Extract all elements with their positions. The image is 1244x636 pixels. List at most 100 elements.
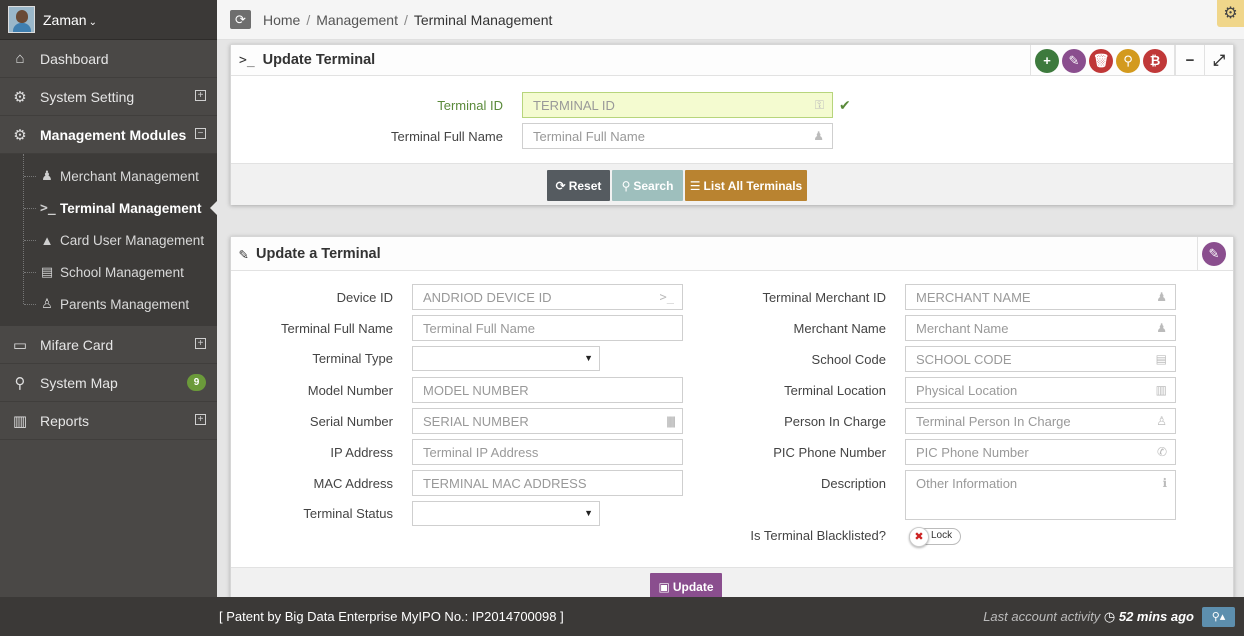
terminal-full-name-label: Terminal Full Name (391, 128, 503, 144)
serial-number-input[interactable]: SERIAL NUMBER ||||||| (412, 408, 683, 434)
reset-button[interactable]: ⟳ Reset (547, 170, 610, 201)
device-id-input[interactable]: ANDRIOD DEVICE ID >_ (412, 284, 683, 310)
terminal-id-input[interactable]: TERMINAL ID ⚿ (522, 92, 833, 118)
sidebar-item-system-map[interactable]: ⚲ System Map 9 (0, 364, 217, 402)
sidebar-item-label: Terminal Management (60, 200, 202, 216)
sidebar-item-management-modules[interactable]: ⚙ Management Modules − (0, 116, 217, 154)
merchant-name-input[interactable]: Merchant Name ♟ (905, 315, 1176, 341)
refresh-icon[interactable]: ⟳ (230, 10, 251, 29)
sidebar-item-label: Dashboard (40, 50, 109, 67)
breadcrumb-management[interactable]: Management (316, 12, 398, 28)
sidebar-item-school-management[interactable]: ▤ School Management (0, 256, 217, 288)
check-icon: ✔ (839, 96, 851, 113)
last-activity: Last account activity ◷ 52 mins ago (983, 609, 1194, 624)
edit-icon[interactable]: ✎ (1202, 242, 1226, 266)
mac-address-input[interactable]: TERMINAL MAC ADDRESS (412, 470, 683, 496)
sidebar-item-label: Merchant Management (60, 168, 199, 184)
panel-header: >_ Update Terminal + ✎ 🗑 ⚲ ₿ − ⤢ (231, 45, 1233, 76)
sidebar-item-label: Parents Management (60, 296, 190, 312)
search-button[interactable]: ⚲ Search (612, 170, 683, 201)
sidebar-item-label: System Map (40, 374, 118, 391)
search-icon[interactable]: ⚲ (1116, 48, 1140, 73)
terminal-type-label: Terminal Type (312, 351, 393, 366)
ip-address-input[interactable]: Terminal IP Address (412, 439, 683, 465)
avatar (8, 6, 35, 33)
edit-icon[interactable]: ✎ (1062, 48, 1086, 73)
update-terminal-panel: >_ Update Terminal + ✎ 🗑 ⚲ ₿ − ⤢ Termina… (230, 44, 1234, 205)
update-button[interactable]: ▣ Update (650, 573, 722, 600)
minimize-icon[interactable]: − (1175, 45, 1204, 76)
update-a-terminal-panel: ✎ Update a Terminal ✎ Device ID ANDRIOD … (230, 236, 1234, 600)
management-submenu: ♟ Merchant Management >_ Terminal Manage… (0, 154, 217, 326)
top-bar: ⟳ Home / Management / Terminal Management ⚙ (217, 0, 1244, 40)
ip-address-label: IP Address (330, 444, 393, 460)
edit-icon: ✎ (239, 244, 249, 263)
expand-icon[interactable]: + (195, 90, 206, 101)
serial-number-label: Serial Number (309, 413, 393, 429)
school-icon: ▤ (40, 264, 54, 279)
trash-icon[interactable]: 🗑 (1089, 48, 1113, 73)
graduation-cap-icon: ▲ (40, 232, 54, 248)
user-menu[interactable]: Zaman ⌄ (0, 0, 217, 40)
description-textarea[interactable]: Other Information ℹ (905, 470, 1176, 520)
sidebar-item-merchant-management[interactable]: ♟ Merchant Management (0, 160, 217, 192)
user-tie-icon: ♙ (1156, 414, 1167, 428)
terminal-type-select[interactable] (412, 346, 600, 371)
terminal-status-select[interactable] (412, 501, 600, 526)
map-marker-icon: ⚲ (14, 374, 26, 392)
terminal-full-name-input[interactable]: Terminal Full Name ♟ (522, 123, 833, 149)
sidebar-item-dashboard[interactable]: ⌂ Dashboard (0, 40, 217, 78)
male-icon: ♟ (41, 168, 53, 183)
sidebar: Zaman ⌄ ⌂ Dashboard ⚙ System Setting + ⚙ … (0, 0, 217, 597)
expand-icon[interactable]: + (195, 414, 206, 425)
terminal-merchant-id-label: Terminal Merchant ID (762, 289, 886, 305)
list-all-terminals-button[interactable]: ☰ List All Terminals (685, 170, 807, 201)
search-icon: ⚲ (621, 178, 631, 193)
male-icon: ♟ (1156, 321, 1167, 335)
panel-title: Update a Terminal (256, 245, 381, 262)
cogs-icon: ⚙ (13, 126, 27, 144)
expand-icon[interactable]: ⤢ (1204, 45, 1233, 76)
blacklist-lock-toggle[interactable]: ✖ Lock (909, 527, 961, 547)
plus-icon[interactable]: + (1035, 48, 1059, 73)
school-code-label: School Code (811, 351, 886, 367)
merchant-name-label: Merchant Name (793, 320, 886, 336)
phone-icon: ✆ (1156, 445, 1167, 459)
sidebar-item-terminal-management[interactable]: >_ Terminal Management (0, 192, 217, 224)
count-badge: 9 (187, 374, 206, 391)
pic-phone-number-input[interactable]: PIC Phone Number ✆ (905, 439, 1176, 465)
terminal-icon: >_ (239, 52, 255, 68)
patent-text: [ Patent by Big Data Enterprise MyIPO No… (219, 609, 564, 624)
sidebar-item-system-setting[interactable]: ⚙ System Setting + (0, 78, 217, 116)
footer: [ Patent by Big Data Enterprise MyIPO No… (0, 597, 1244, 636)
sidebar-item-mifare-card[interactable]: ▭ Mifare Card + (0, 326, 217, 364)
sidebar-item-label: Management Modules (40, 126, 187, 143)
terminal-merchant-id-input[interactable]: MERCHANT NAME ♟ (905, 284, 1176, 310)
settings-toggle-button[interactable]: ⚲▴ (1202, 607, 1235, 627)
school-code-input[interactable]: SCHOOL CODE ▤ (905, 346, 1176, 372)
model-number-input[interactable]: MODEL NUMBER (412, 377, 683, 403)
building-icon: ▥ (1155, 383, 1167, 397)
collapse-icon[interactable]: − (195, 128, 206, 139)
sidebar-item-parents-management[interactable]: ♙ Parents Management (0, 288, 217, 320)
sidebar-item-reports[interactable]: ▥ Reports + (0, 402, 217, 440)
home-icon: ⌂ (15, 50, 25, 67)
sidebar-item-card-user-management[interactable]: ▲ Card User Management (0, 224, 217, 256)
terminal-full-name-input[interactable]: Terminal Full Name (412, 315, 683, 341)
breadcrumb-home[interactable]: Home (263, 12, 300, 28)
refresh-icon: ⟳ (555, 178, 566, 193)
person-in-charge-input[interactable]: Terminal Person In Charge ♙ (905, 408, 1176, 434)
terminal-full-name-label: Terminal Full Name (281, 320, 393, 336)
action-buttons: ✎ (1197, 237, 1233, 271)
expand-icon[interactable]: + (195, 338, 206, 349)
user-name[interactable]: Zaman ⌄ (43, 12, 97, 28)
save-icon: ▣ (658, 579, 670, 594)
mac-address-label: MAC Address (313, 475, 393, 491)
bitcoin-icon[interactable]: ₿ (1143, 48, 1167, 73)
terminal-location-input[interactable]: Physical Location ▥ (905, 377, 1176, 403)
gear-icon[interactable]: ⚙ (1217, 0, 1244, 27)
sidebar-item-label: Reports (40, 412, 90, 429)
terminal-icon: >_ (659, 290, 674, 304)
form-actions: ⟳ Reset ⚲ Search ☰ List All Terminals (231, 163, 1233, 205)
close-icon: ✖ (909, 527, 929, 547)
